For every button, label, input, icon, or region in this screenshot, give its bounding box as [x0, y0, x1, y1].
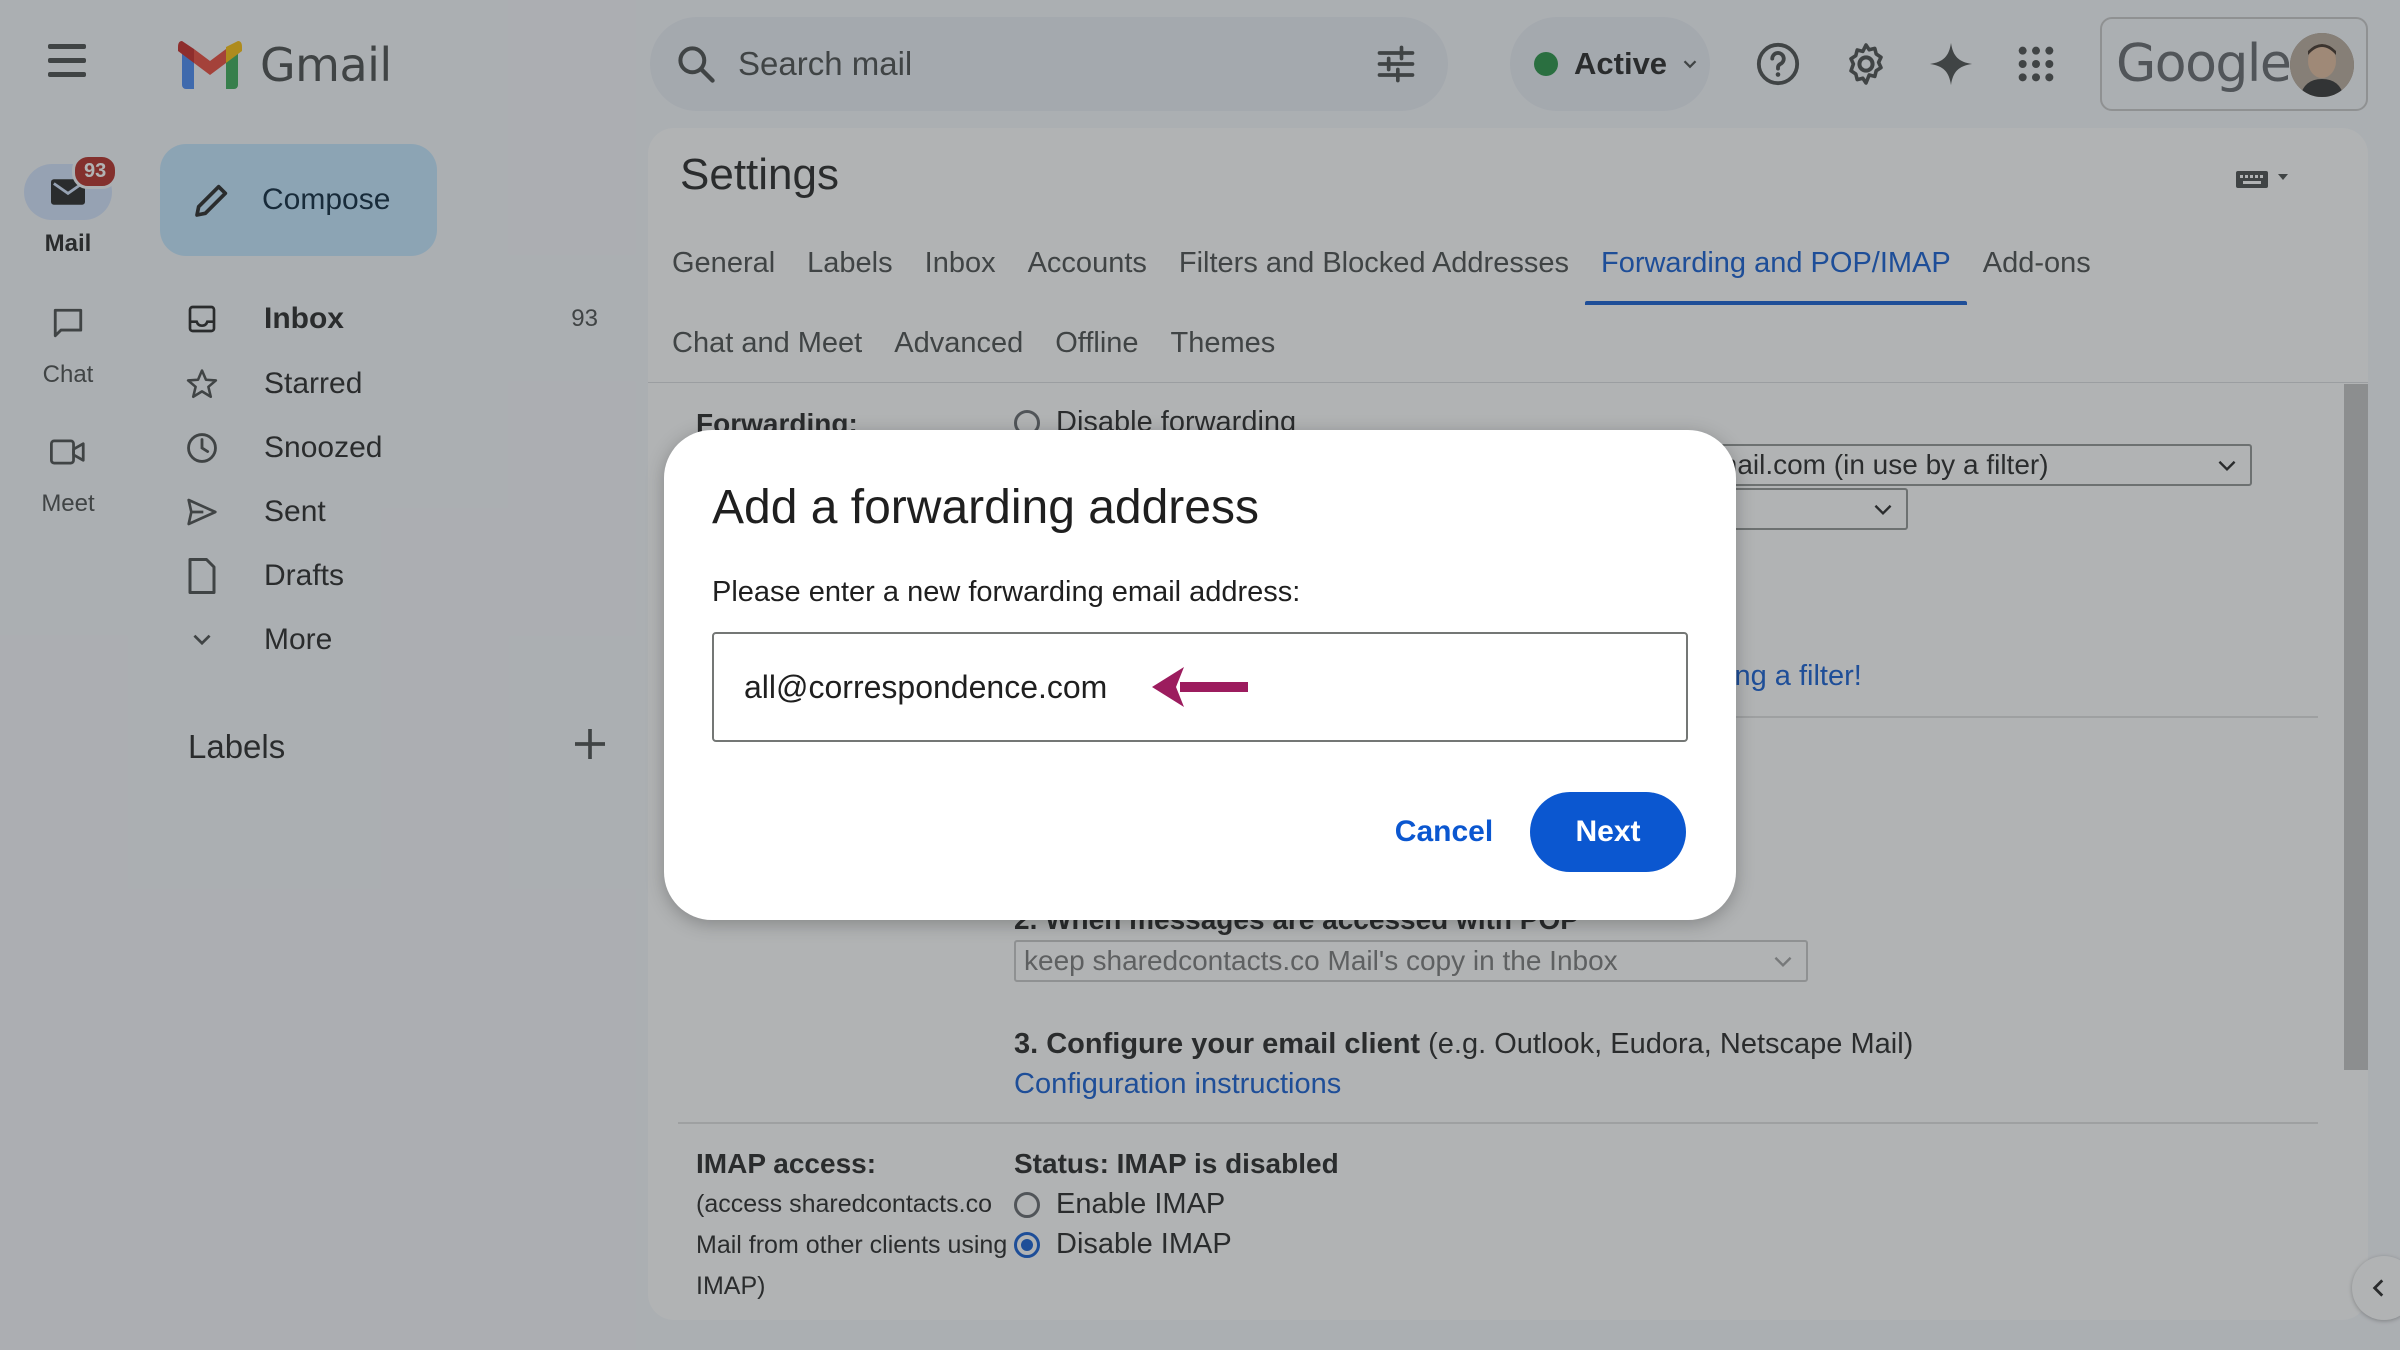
next-button[interactable]: Next	[1530, 792, 1686, 872]
annotation-arrow-icon	[1152, 667, 1248, 707]
dialog-title: Add a forwarding address	[712, 481, 1259, 534]
dialog-prompt: Please enter a new forwarding email addr…	[712, 576, 1301, 608]
cancel-button[interactable]: Cancel	[1372, 792, 1516, 872]
forwarding-email-input[interactable]	[712, 632, 1352, 742]
